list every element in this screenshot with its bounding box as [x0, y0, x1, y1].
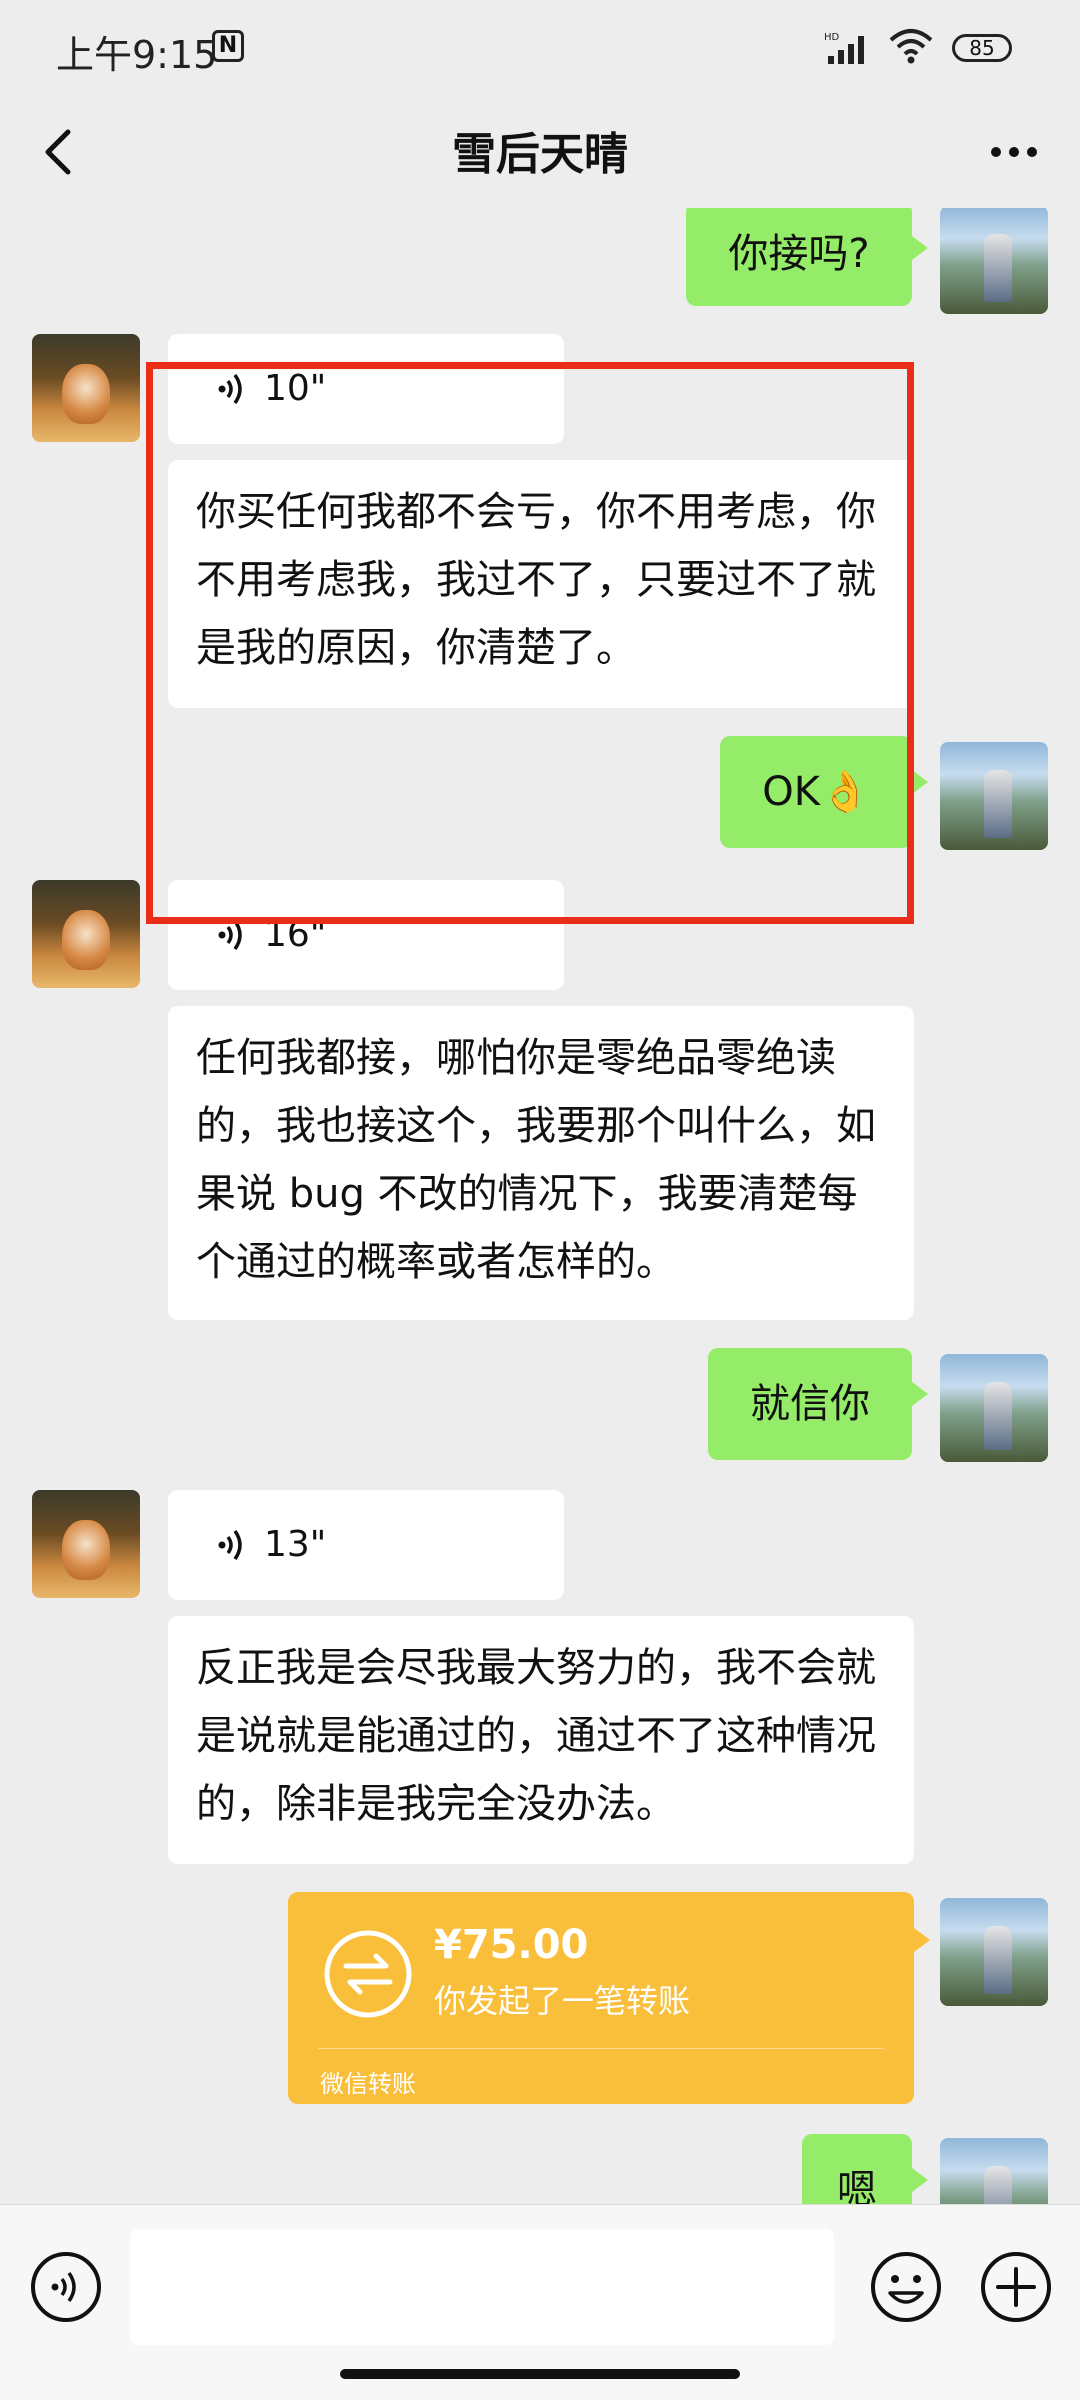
my-avatar[interactable]: [940, 1898, 1048, 2006]
battery-icon: 85: [952, 34, 1012, 62]
transfer-icon: [324, 1930, 412, 2018]
message-bubble[interactable]: 反正我是会尽我最大努力的，我不会就是说就是能通过的，通过不了这种情况的，除非是我…: [168, 1616, 914, 1864]
emoji-icon[interactable]: [868, 2249, 944, 2325]
nfc-icon: N: [212, 30, 244, 62]
message-bubble[interactable]: 就信你: [708, 1348, 928, 1460]
voice-wave-icon: [218, 1529, 242, 1561]
message-bubble[interactable]: 你接吗?: [686, 208, 928, 306]
message-input[interactable]: [130, 2229, 834, 2345]
contact-avatar[interactable]: [32, 880, 140, 988]
chat-messages[interactable]: 你接吗? 10" 你买任何我都不会亏，你不用考虑，你不用考虑我，我过不了，只要过…: [0, 208, 1080, 2204]
voice-input-icon[interactable]: [28, 2249, 104, 2325]
highlight-box: [146, 362, 914, 924]
my-avatar[interactable]: [940, 208, 1048, 314]
home-indicator[interactable]: [340, 2369, 740, 2379]
svg-text:HD: HD: [824, 32, 840, 43]
my-avatar[interactable]: [940, 1354, 1048, 1462]
message-bubble[interactable]: 嗯: [802, 2134, 928, 2204]
status-time: 上午9:15: [56, 33, 218, 77]
transfer-amount: ¥75.00: [434, 1922, 589, 1968]
chat-title: 雪后天晴: [452, 129, 628, 180]
input-bar: [0, 2204, 1080, 2400]
voice-message[interactable]: 13": [168, 1490, 564, 1600]
transfer-brand-label: 微信转账: [320, 2070, 416, 2098]
divider: [318, 2048, 884, 2049]
transfer-card[interactable]: ¥75.00 你发起了一笔转账 微信转账: [288, 1892, 930, 2104]
signal-icon: HD: [824, 32, 864, 64]
voice-duration: 13": [264, 1524, 327, 1565]
transfer-description: 你发起了一笔转账: [434, 1982, 691, 2020]
contact-avatar[interactable]: [32, 334, 140, 442]
status-bar: 上午9:15 N HD 85: [0, 0, 1080, 96]
my-avatar[interactable]: [940, 2138, 1048, 2204]
contact-avatar[interactable]: [32, 1490, 140, 1598]
more-options-icon[interactable]: [984, 122, 1044, 182]
wifi-icon: [889, 29, 933, 64]
chat-header: 雪后天晴: [0, 96, 1080, 208]
add-icon[interactable]: [978, 2249, 1054, 2325]
message-bubble[interactable]: 任何我都接，哪怕你是零绝品零绝读的，我也接这个，我要那个叫什么，如果说 bug …: [168, 1006, 914, 1320]
my-avatar[interactable]: [940, 742, 1048, 850]
